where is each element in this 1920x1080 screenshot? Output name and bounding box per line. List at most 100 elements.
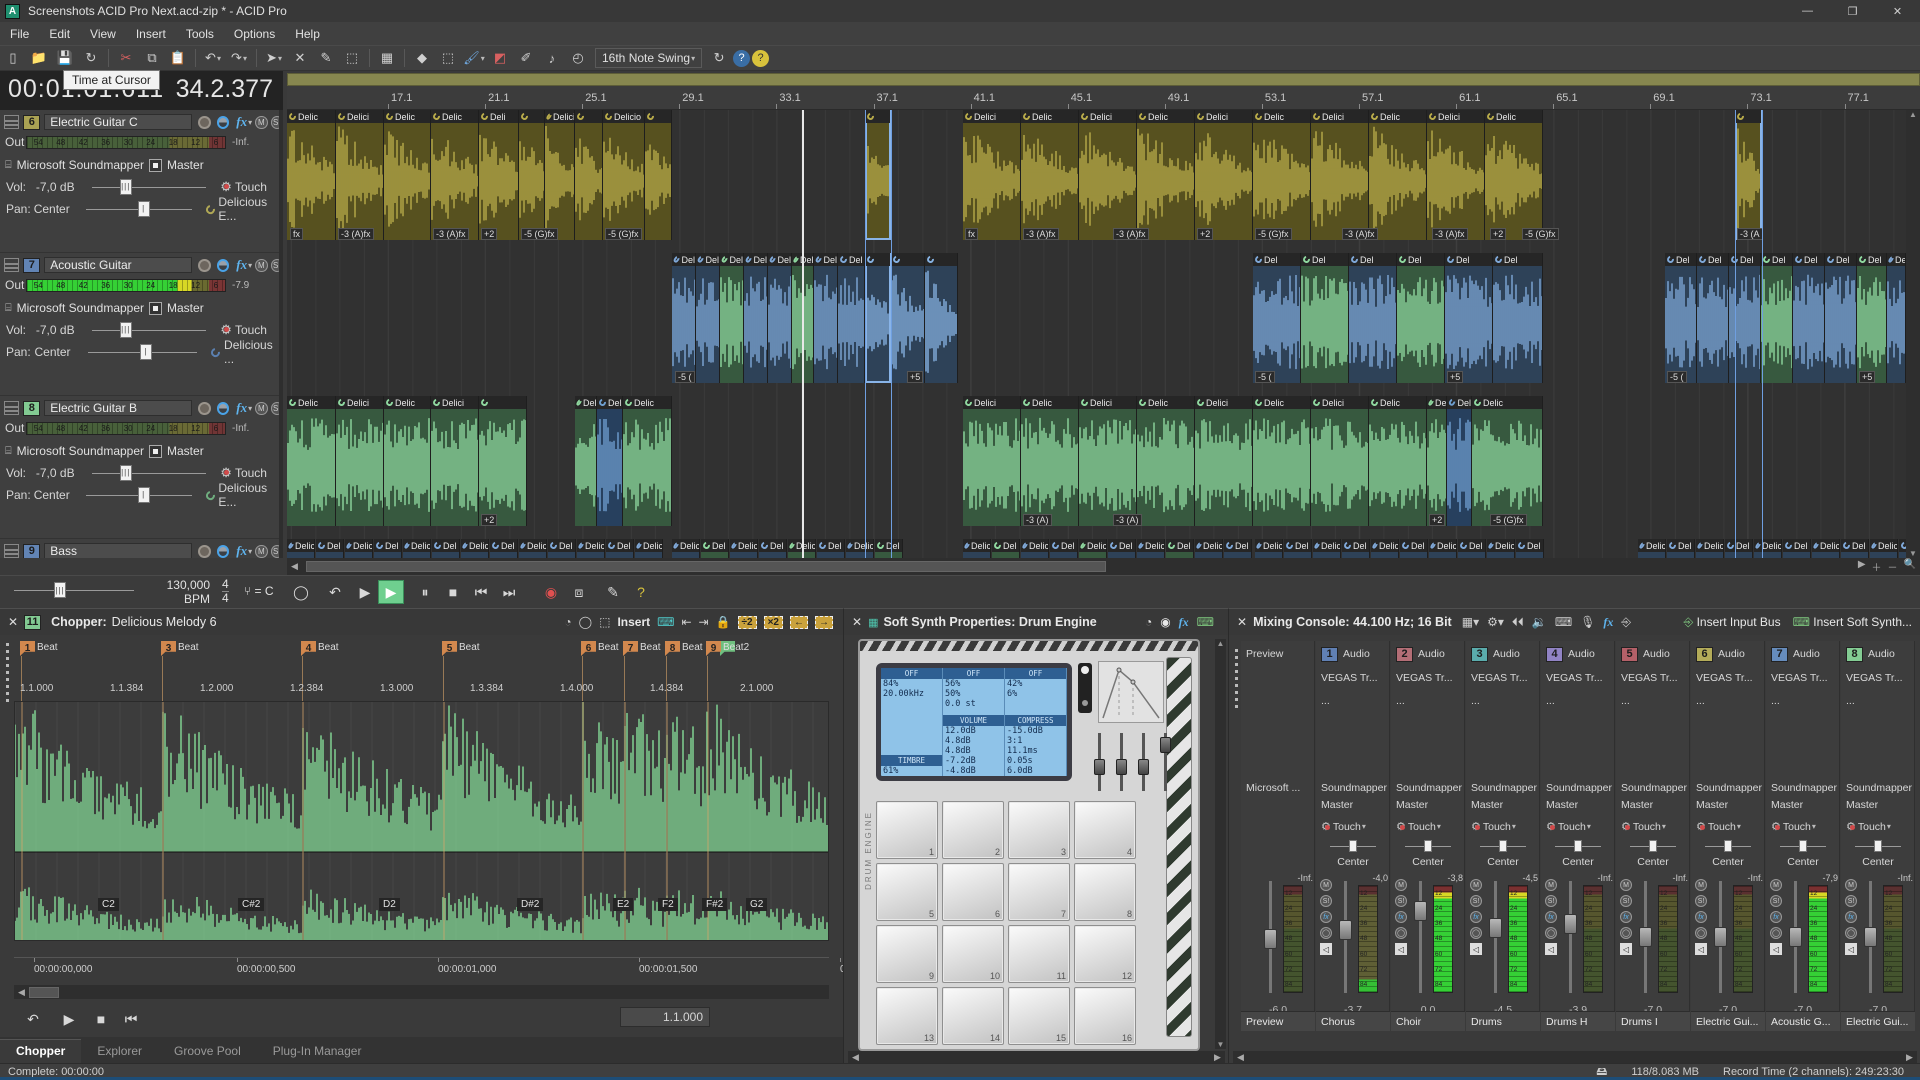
- drum-fader[interactable]: [1094, 733, 1105, 791]
- tab-plug-in-manager[interactable]: Plug-In Manager: [257, 1040, 378, 1064]
- track-number-badge[interactable]: 9: [23, 543, 41, 558]
- solo-icon[interactable]: S!: [1770, 895, 1782, 907]
- automation-mode-label[interactable]: Touch: [1408, 821, 1436, 833]
- audio-event[interactable]: Deli: [575, 396, 597, 526]
- paste-icon[interactable]: 📋: [166, 47, 190, 69]
- audio-event[interactable]: Del: [1825, 253, 1857, 383]
- audio-event[interactable]: Del: [490, 539, 518, 558]
- bus-label[interactable]: Master: [1691, 798, 1765, 811]
- track-name-field[interactable]: Electric Guitar B: [44, 400, 193, 416]
- audio-event[interactable]: Delic: [461, 539, 489, 558]
- halve-selection-icon[interactable]: ÷2: [737, 615, 757, 629]
- drum-pad-16[interactable]: 16: [1074, 987, 1136, 1045]
- cut-icon[interactable]: ✂: [114, 47, 138, 69]
- event-fx-badge[interactable]: +5: [1859, 371, 1876, 383]
- audio-event[interactable]: Delic: [1021, 110, 1079, 240]
- event-fx-badge[interactable]: -5 (G)fx: [1522, 228, 1559, 240]
- pan-slider[interactable]: [1405, 840, 1451, 852]
- drum-fader[interactable]: [1138, 733, 1149, 791]
- channel-badge[interactable]: 7: [1771, 646, 1788, 662]
- record-icon[interactable]: ◯: [1395, 927, 1407, 939]
- channel-fader[interactable]: [1864, 881, 1877, 993]
- channel-fader[interactable]: [1714, 881, 1727, 993]
- audio-event[interactable]: Delic: [1369, 110, 1427, 240]
- bus-label[interactable]: [1241, 798, 1315, 811]
- scroll-right-icon[interactable]: ▶: [1858, 559, 1866, 574]
- mixer-list-icon[interactable]: ▦: [375, 47, 399, 69]
- redo-icon[interactable]: ↷ ▾: [227, 47, 251, 69]
- view-grid-icon[interactable]: ▦▾: [1462, 615, 1479, 629]
- audio-event[interactable]: Delici: [545, 110, 575, 240]
- audio-event[interactable]: Delic: [287, 396, 336, 526]
- audio-event[interactable]: Delic: [1255, 539, 1283, 558]
- audio-event[interactable]: Delici: [963, 110, 1021, 240]
- insert-input-bus-button[interactable]: ⎆ Insert Input Bus: [1684, 615, 1781, 630]
- drum-pad-8[interactable]: 8: [1074, 863, 1136, 921]
- volume-value[interactable]: -7,0 dB: [36, 466, 88, 480]
- drum-pad-14[interactable]: 14: [942, 987, 1004, 1045]
- audio-event[interactable]: Delic: [287, 539, 315, 558]
- play-from-start-button[interactable]: ▶: [352, 580, 378, 604]
- vegas-track-label[interactable]: VEGAS Tr...: [1621, 672, 1678, 684]
- mute-icon[interactable]: M: [1545, 879, 1557, 891]
- audio-event[interactable]: Del: [1899, 539, 1906, 558]
- brush-tool-icon[interactable]: 🖌 ▾: [462, 47, 486, 69]
- volume-value[interactable]: -7,0 dB: [36, 323, 88, 337]
- output-device-label[interactable]: Microsoft Soundmapper: [17, 158, 144, 172]
- channel-badge[interactable]: 6: [1696, 646, 1713, 662]
- device-label[interactable]: Soundmapper: [1691, 781, 1765, 794]
- chopper-go-to-start-button[interactable]: ⏮: [118, 1007, 144, 1031]
- audio-event[interactable]: Del: [1301, 253, 1349, 383]
- arm-record-icon[interactable]: [198, 544, 211, 558]
- record-icon[interactable]: ◯: [1845, 927, 1857, 939]
- drum-pad-11[interactable]: 11: [1008, 925, 1070, 983]
- prev-shift-icon[interactable]: ⇤: [681, 615, 691, 629]
- audio-event[interactable]: Del: [1458, 539, 1486, 558]
- drum-pad-12[interactable]: 12: [1074, 925, 1136, 983]
- insert-fx-icon[interactable]: fx: [1603, 615, 1613, 630]
- envelope-tool-icon[interactable]: ✎: [314, 47, 338, 69]
- tab-groove-pool[interactable]: Groove Pool: [158, 1040, 257, 1064]
- audio-event[interactable]: Delicio: [603, 110, 645, 240]
- scroll-thumb[interactable]: [306, 561, 1106, 572]
- solo-group-icon[interactable]: S!: [270, 115, 279, 129]
- fx-icon[interactable]: fx: [1770, 911, 1782, 923]
- next-shift-icon[interactable]: ⇥: [699, 615, 709, 629]
- audio-event[interactable]: Delici: [1195, 396, 1253, 526]
- audio-event[interactable]: De: [1887, 253, 1906, 383]
- drum-pad-4[interactable]: 4: [1074, 801, 1136, 859]
- channel-badge[interactable]: 3: [1471, 646, 1488, 662]
- solo-icon[interactable]: S!: [1395, 895, 1407, 907]
- copy-icon[interactable]: ⧉: [140, 47, 164, 69]
- event-fx-badge[interactable]: -3 (A)fx: [1113, 228, 1149, 240]
- audio-event[interactable]: Del: [1857, 253, 1887, 383]
- vegas-track-label[interactable]: VEGAS Tr...: [1546, 672, 1603, 684]
- event-fx-badge[interactable]: +2: [1490, 228, 1507, 240]
- audio-event[interactable]: Delici: [336, 110, 384, 240]
- audio-event[interactable]: Del: [1516, 539, 1544, 558]
- device-label[interactable]: Soundmapper: [1766, 781, 1840, 794]
- audio-event[interactable]: Del: [720, 253, 744, 383]
- envelope-display[interactable]: [1098, 661, 1164, 723]
- beat-marker-flag[interactable]: 7: [623, 641, 638, 656]
- go-to-end-button[interactable]: ⏭: [496, 580, 522, 604]
- track-fx-chain-label[interactable]: Delicious E...: [218, 481, 279, 509]
- channel-name[interactable]: Drums: [1466, 1011, 1540, 1031]
- help-icon[interactable]: ?: [752, 49, 770, 67]
- audio-event[interactable]: Delic: [1371, 539, 1399, 558]
- beat-marker-flag[interactable]: 1: [20, 641, 35, 656]
- solo-icon[interactable]: S!: [1845, 895, 1857, 907]
- event-fx-badge[interactable]: -3 (A)fx: [1342, 228, 1378, 240]
- timeline-area[interactable]: Delic Delici Delic Delic Deli Delici Delicio De…: [287, 110, 1906, 558]
- audio-event[interactable]: Del: [701, 539, 729, 558]
- insert-bus-icon[interactable]: ⎆: [1621, 615, 1631, 630]
- link-lock-icon[interactable]: 🔒: [716, 615, 731, 629]
- pause-button[interactable]: ⏸: [412, 580, 438, 604]
- audio-event[interactable]: Delic: [287, 110, 336, 240]
- event-list-button[interactable]: ⧈: [566, 580, 592, 604]
- event-fx-badge[interactable]: +5: [907, 371, 924, 383]
- output-speaker-icon[interactable]: ◁: [1845, 943, 1857, 955]
- audio-event[interactable]: [519, 110, 545, 240]
- event-fx-badge[interactable]: -5 (G)fx: [605, 228, 642, 240]
- maximize-button[interactable]: ❐: [1830, 0, 1875, 22]
